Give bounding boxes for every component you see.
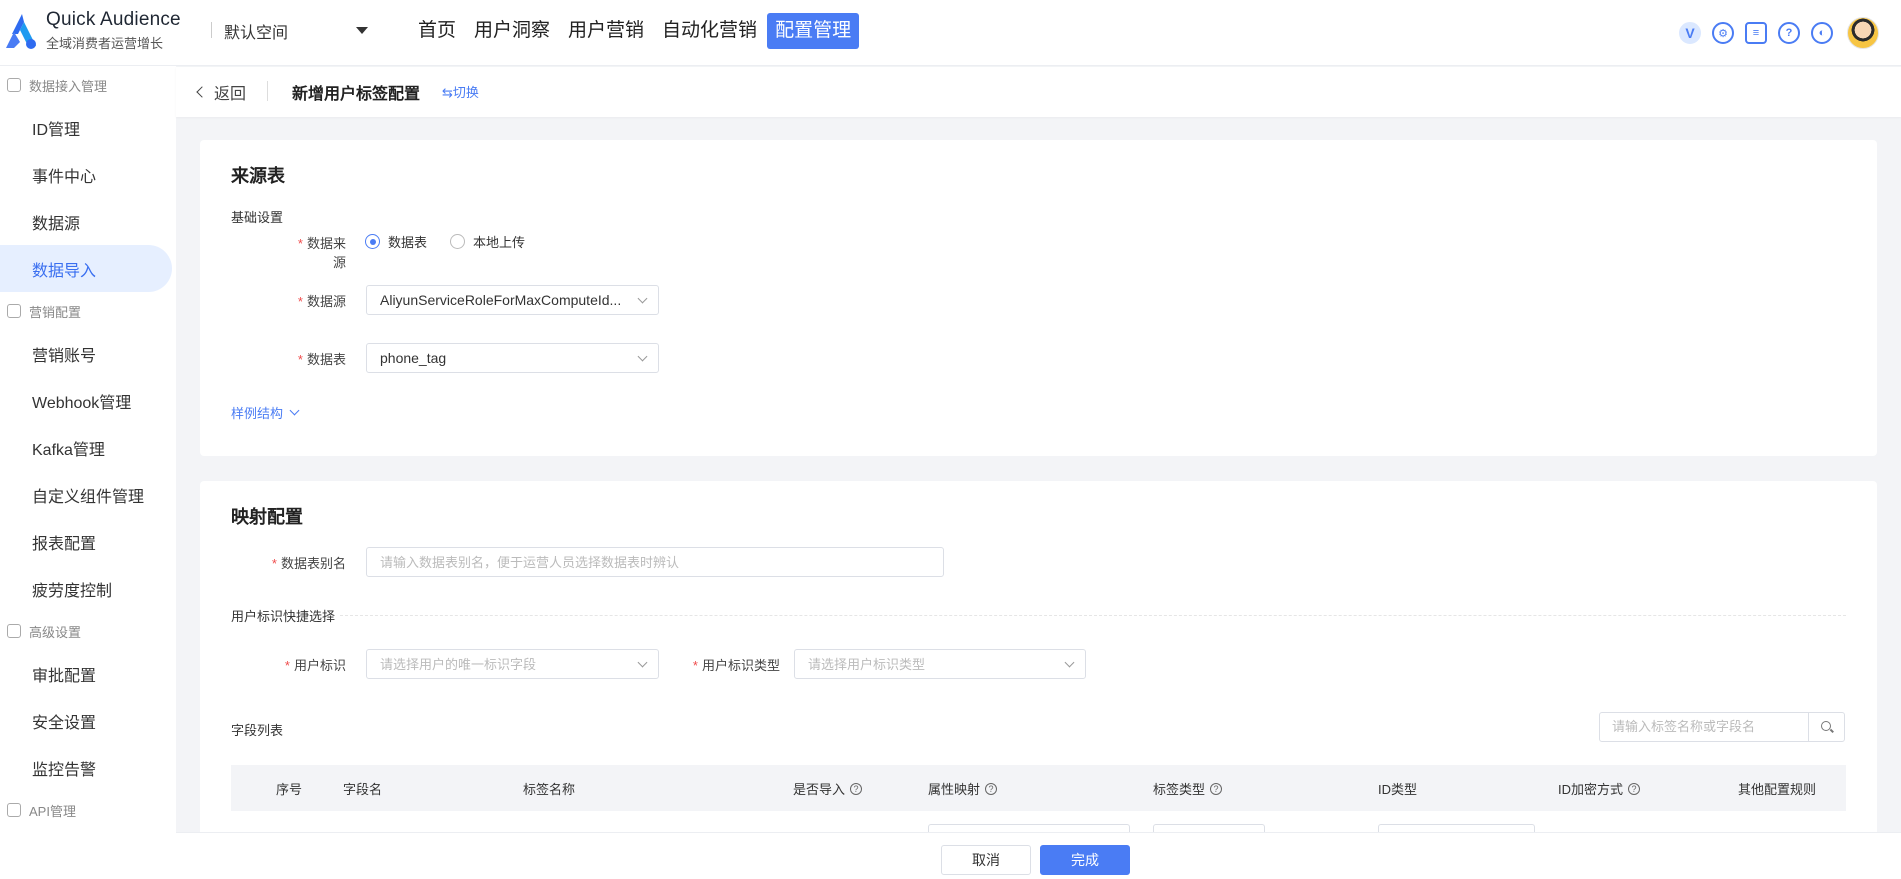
radio-local-upload[interactable]: 本地上传	[450, 232, 525, 251]
field-search-input[interactable]: 请输入标签名称或字段名	[1599, 712, 1845, 742]
sidebar-item-components[interactable]: 自定义组件管理	[0, 471, 176, 518]
sidebar: 数据接入管理 ID管理 事件中心 数据源 数据导入 营销配置 营销账号 Webh…	[0, 66, 176, 879]
sidebar-item-id[interactable]: ID管理	[0, 104, 176, 151]
sidebar-item-datasource[interactable]: 数据源	[0, 198, 176, 245]
col-attr-mapping: 属性映射?	[928, 779, 998, 798]
nav-user-marketing[interactable]: 用户营销	[560, 13, 652, 49]
back-button[interactable]: 返回	[196, 80, 246, 104]
chevron-down-icon	[1064, 657, 1075, 668]
col-id-encrypt: ID加密方式?	[1558, 779, 1641, 798]
field-list-label: 字段列表	[231, 723, 284, 738]
user-id-label: * 用户标识	[284, 658, 346, 673]
done-button[interactable]: 完成	[1040, 845, 1130, 875]
source-card: 来源表 基础设置 * 数据来源 数据表 本地上传 * 数据源 AliyunServi…	[200, 140, 1877, 456]
mapping-card: 映射配置 * 数据表别名 请输入数据表别名，便于运营人员选择数据表时辨认 用户标识…	[200, 481, 1877, 879]
source-type-label: * 数据来源	[297, 236, 346, 270]
sidebar-group-marketing[interactable]: 营销配置	[0, 292, 176, 330]
help-icon[interactable]: ?	[1778, 22, 1800, 44]
home-icon	[7, 78, 21, 92]
sidebar-item-reports[interactable]: 报表配置	[0, 518, 176, 565]
sidebar-group-advanced[interactable]: 高级设置	[0, 612, 176, 650]
workspace-value: 默认空间	[224, 25, 289, 42]
chevron-down-icon	[637, 293, 648, 304]
sidebar-group-api[interactable]: API管理	[0, 791, 176, 829]
sidebar-item-security[interactable]: 安全设置	[0, 697, 176, 744]
table-label: * 数据表	[297, 352, 346, 367]
table-select[interactable]: phone_tag	[366, 343, 659, 373]
sidebar-item-accounts[interactable]: 营销账号	[0, 330, 176, 377]
col-tag-name: 标签名称	[523, 782, 576, 797]
chevron-down-icon	[289, 405, 300, 416]
divider	[211, 22, 212, 38]
quick-audience-logo-icon	[4, 12, 40, 52]
nav-user-insight[interactable]: 用户洞察	[466, 13, 558, 49]
globe-icon[interactable]: ◐	[1811, 22, 1833, 44]
alias-input[interactable]: 请输入数据表别名，便于运营人员选择数据表时辨认	[366, 547, 944, 577]
caret-down-icon	[356, 27, 368, 34]
help-icon[interactable]: ?	[1210, 782, 1223, 795]
divider	[267, 81, 268, 101]
quick-select-label: 用户标识快捷选择	[231, 609, 336, 624]
page-title: 新增用户标签配置	[292, 86, 421, 103]
switch-link[interactable]: ⇆切换	[442, 82, 479, 101]
mapping-title: 映射配置	[231, 507, 303, 527]
chevron-down-icon	[637, 351, 648, 362]
user-id-type-select[interactable]: 请选择用户标识类型	[794, 649, 1086, 679]
col-tag-type: 标签类型?	[1153, 779, 1223, 798]
datasource-label: * 数据源	[297, 294, 346, 309]
sidebar-item-monitor[interactable]: 监控告警	[0, 744, 176, 791]
avatar[interactable]	[1847, 17, 1879, 49]
top-bar: Quick Audience 全域消费者运营增长 默认空间 首页 用户洞察 用户…	[0, 0, 1901, 66]
settings-bug-icon[interactable]: ⚙	[1712, 22, 1734, 44]
footer-bar: 取消 完成	[176, 832, 1901, 879]
top-icons: V ⚙ ≡ ? ◐	[1668, 17, 1879, 49]
source-title: 来源表	[231, 166, 285, 186]
radio-checked-icon	[365, 234, 380, 249]
sample-structure-link[interactable]: 样例结构	[231, 403, 300, 422]
divider	[340, 615, 1846, 616]
help-icon[interactable]: ?	[985, 782, 998, 795]
sidebar-item-kafka[interactable]: Kafka管理	[0, 424, 176, 471]
chevron-left-icon	[196, 86, 208, 98]
nav-config[interactable]: 配置管理	[767, 13, 860, 49]
radio-unchecked-icon	[450, 234, 465, 249]
col-other-rules: 其他配置规则	[1738, 782, 1817, 797]
col-id-type: ID类型	[1378, 782, 1418, 797]
sidebar-item-fatigue[interactable]: 疲劳度控制	[0, 565, 176, 612]
search-icon[interactable]	[1808, 713, 1844, 741]
message-icon[interactable]: ≡	[1745, 22, 1767, 44]
workspace-select[interactable]: 默认空间	[224, 18, 374, 44]
sidebar-item-events[interactable]: 事件中心	[0, 151, 176, 198]
datasource-select[interactable]: AliyunServiceRoleForMaxComputeId...	[366, 285, 659, 315]
cancel-button[interactable]: 取消	[941, 845, 1031, 875]
app-subtitle: 全域消费者运营增长	[46, 36, 164, 51]
help-icon[interactable]: ?	[1628, 782, 1641, 795]
api-icon	[7, 803, 21, 817]
help-icon[interactable]: ?	[850, 782, 863, 795]
send-icon	[7, 304, 21, 318]
vip-icon[interactable]: V	[1679, 22, 1701, 44]
field-table-header: 序号 字段名 标签名称 是否导入? 属性映射? 标签类型? ID类型 ID加密方…	[231, 765, 1846, 811]
radio-data-table[interactable]: 数据表	[365, 232, 427, 251]
alias-label: * 数据表别名	[271, 556, 346, 571]
chevron-down-icon	[637, 657, 648, 668]
main-nav: 首页 用户洞察 用户营销 自动化营销 配置管理	[410, 13, 861, 49]
app-title: Quick Audience	[46, 9, 181, 30]
sidebar-group-data-access[interactable]: 数据接入管理	[0, 66, 176, 104]
user-id-select[interactable]: 请选择用户的唯一标识字段	[366, 649, 659, 679]
brand[interactable]: Quick Audience 全域消费者运营增长	[4, 9, 181, 52]
page-header: 返回 新增用户标签配置 ⇆切换	[176, 67, 1901, 117]
basic-settings-label: 基础设置	[231, 210, 284, 225]
col-index: 序号	[276, 782, 303, 797]
user-id-type-label: * 用户标识类型	[692, 658, 780, 673]
nav-home[interactable]: 首页	[410, 13, 464, 49]
layers-icon	[7, 624, 21, 638]
sidebar-item-approval[interactable]: 审批配置	[0, 650, 176, 697]
col-field-name: 字段名	[343, 782, 383, 797]
sidebar-item-webhook[interactable]: Webhook管理	[0, 377, 176, 424]
sidebar-item-data-import[interactable]: 数据导入	[0, 245, 172, 292]
col-import: 是否导入?	[793, 779, 863, 798]
nav-auto-marketing[interactable]: 自动化营销	[654, 13, 765, 49]
